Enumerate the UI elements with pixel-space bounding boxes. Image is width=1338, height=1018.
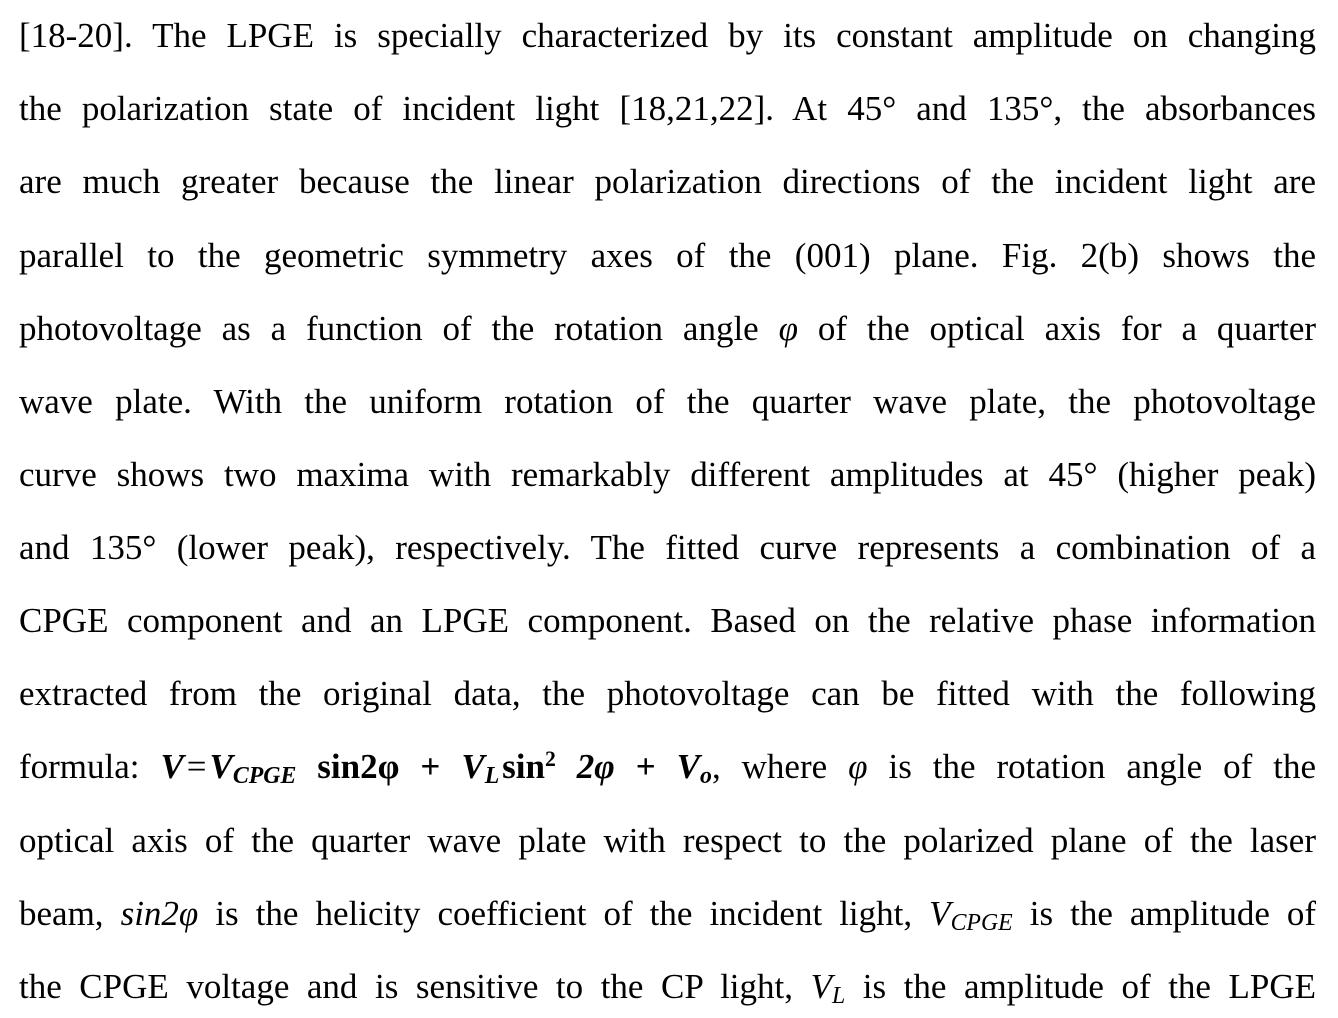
formula-sin2phi: sin2φ [317, 747, 400, 786]
text-line-7: curve shows two maxima with remarkably d… [19, 455, 1316, 494]
formula-2phi: 2φ [576, 747, 615, 786]
text-segment: the CPGE voltage and is sensitive to the… [19, 967, 793, 1006]
document-page: [18-20]. The LPGE is specially character… [19, 0, 1316, 1018]
v-l-symbol: VL [810, 967, 846, 1010]
phi-symbol: φ [848, 747, 868, 786]
formula-plus: + [635, 747, 656, 786]
text-segment: is the amplitude of [1029, 894, 1316, 933]
text-segment: is the helicity coefficient of the incid… [215, 894, 913, 933]
formula-sin-sq: sin2 [502, 747, 556, 786]
text-line-12: optical axis of the quarter wave plate w… [19, 821, 1316, 860]
formula-v: V [160, 747, 184, 786]
formula-v-o: Vo, [676, 747, 721, 790]
text-line-3: are much greater because the linear pola… [19, 162, 1316, 201]
text-line-10: extracted from the original data, the ph… [19, 674, 1316, 713]
formula-equals: = [186, 747, 207, 786]
text-segment: beam, [19, 894, 104, 933]
text-line-6: wave plate. With the uniform rotation of… [19, 382, 1316, 421]
text-line-2: the polarization state of incident light… [19, 89, 1316, 128]
text-line-1: [18-20]. The LPGE is specially character… [19, 16, 1316, 55]
formula: V = VCPGE [160, 747, 297, 790]
text-line-5: photovoltage as a function of the rotati… [19, 299, 1316, 359]
text-line-9: CPGE component and an LPGE component. Ba… [19, 601, 1316, 640]
v-cpge-symbol: VCPGE [929, 894, 1013, 937]
text-segment: is the rotation angle of the [888, 747, 1316, 786]
text-line-14: the CPGE voltage and is sensitive to the… [19, 957, 1316, 1017]
formula-lpge-term: VL sin2 [461, 747, 556, 790]
formula-v-l: VL [461, 747, 500, 790]
formula-v-cpge: VCPGE [209, 747, 297, 790]
phi-symbol: φ [778, 309, 798, 348]
text-line-11: formula: V = VCPGE sin2φ + VL sin2 2φ + … [19, 737, 1316, 797]
text-line-4: parallel to the geometric symmetry axes … [19, 236, 1316, 275]
text-segment: is the amplitude of the LPGE [862, 967, 1316, 1006]
text-line-13: beam, sin2φ is the helicity coefficient … [19, 884, 1316, 944]
formula-plus: + [420, 747, 441, 786]
text-segment: photovoltage as a function of the rotati… [19, 309, 759, 348]
text-segment: where [741, 747, 828, 786]
text-segment: of the optical axis for a quarter [817, 309, 1316, 348]
text-segment: formula: [19, 747, 140, 786]
text-line-8: and 135° (lower peak), respectively. The… [19, 528, 1316, 567]
helicity-term: sin2φ [120, 894, 199, 933]
